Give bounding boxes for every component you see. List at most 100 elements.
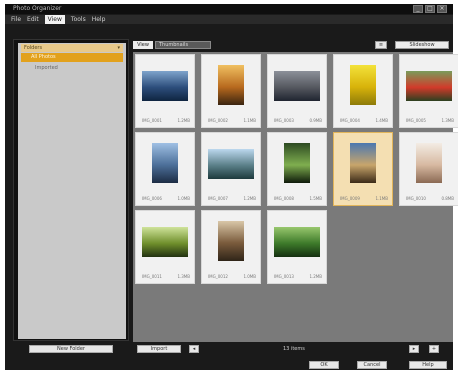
photo-size: 1.1MB <box>243 118 256 123</box>
new-folder-button[interactable]: New Folder <box>29 345 113 353</box>
cancel-button[interactable]: Cancel <box>357 361 387 369</box>
previous-page-button[interactable]: ◂ <box>189 345 199 353</box>
photo-size: 0.9MB <box>309 118 322 123</box>
photo-name: IMG_0005 <box>406 118 426 123</box>
slideshow-button[interactable]: Slideshow <box>395 41 449 49</box>
photo-image <box>218 221 244 261</box>
photo-image <box>350 143 376 183</box>
chevron-down-icon: ▾ <box>117 45 120 51</box>
photo-thumbnail[interactable]: IMG_0012 1.0MB <box>201 210 261 284</box>
photo-caption: IMG_0011 1.3MB <box>142 274 190 279</box>
photo-name: IMG_0008 <box>274 196 294 201</box>
photo-thumbnail[interactable]: IMG_0001 1.2MB <box>135 54 195 128</box>
photo-thumbnail[interactable]: IMG_0009 1.1MB <box>333 132 393 206</box>
minimize-button[interactable]: _ <box>413 5 423 13</box>
photo-thumbnail[interactable]: IMG_0004 1.4MB <box>333 54 393 128</box>
photo-size: 1.2MB <box>309 274 322 279</box>
photo-image <box>152 143 178 183</box>
ok-button[interactable]: OK <box>309 361 339 369</box>
view-label: View <box>133 41 153 49</box>
photo-size: 1.0MB <box>243 274 256 279</box>
view-toolbar: View Thumbnails ≡ Slideshow <box>129 40 453 50</box>
photo-thumbnail[interactable]: IMG_0005 1.3MB <box>399 54 458 128</box>
maximize-button[interactable]: □ <box>425 5 435 13</box>
photo-thumbnail[interactable]: IMG_0008 1.5MB <box>267 132 327 206</box>
photo-image <box>416 143 442 183</box>
zoom-in-button[interactable]: + <box>429 345 439 353</box>
photo-image <box>350 65 376 105</box>
help-button[interactable]: Help <box>409 361 447 369</box>
dialog-footer: OK Cancel Help <box>5 358 453 370</box>
folder-tree-header-label: Folders <box>24 45 43 51</box>
photo-image <box>142 71 188 101</box>
photo-image <box>274 227 320 257</box>
folder-tree-header[interactable]: Folders ▾ <box>21 44 123 52</box>
photo-caption: IMG_0013 1.2MB <box>274 274 322 279</box>
photo-thumbnail[interactable]: IMG_0010 0.8MB <box>399 132 458 206</box>
photo-thumbnail[interactable]: IMG_0006 1.0MB <box>135 132 195 206</box>
view-mode-select[interactable]: Thumbnails <box>155 41 211 49</box>
next-page-button[interactable]: ▸ <box>409 345 419 353</box>
menu-view[interactable]: View <box>44 15 65 24</box>
photo-caption: IMG_0003 0.9MB <box>274 118 322 123</box>
photo-name: IMG_0004 <box>340 118 360 123</box>
photo-thumbnail[interactable]: IMG_0002 1.1MB <box>201 54 261 128</box>
photo-thumbnail[interactable]: IMG_0013 1.2MB <box>267 210 327 284</box>
photo-caption: IMG_0006 1.0MB <box>142 196 190 201</box>
photo-size: 1.0MB <box>177 196 190 201</box>
photo-caption: IMG_0009 1.1MB <box>340 196 388 201</box>
title-bar: Photo Organizer _ □ × <box>5 4 453 14</box>
photo-name: IMG_0007 <box>208 196 228 201</box>
thumbnail-grid: IMG_0001 1.2MB IMG_0002 1.1MB IMG_0003 0.9MB I… <box>133 52 458 342</box>
photo-caption: IMG_0010 0.8MB <box>406 196 454 201</box>
photo-caption: IMG_0001 1.2MB <box>142 118 190 123</box>
menu-tools[interactable]: Tools <box>71 15 86 24</box>
menu-edit[interactable]: Edit <box>27 15 39 24</box>
photo-caption: IMG_0008 1.5MB <box>274 196 322 201</box>
close-button[interactable]: × <box>437 5 447 13</box>
tree-item-label: All Photos <box>31 54 56 60</box>
menu-file[interactable]: File <box>11 15 21 24</box>
folder-tree: Folders ▾ All Photos Imported <box>18 43 126 339</box>
tree-item-label: Imported <box>35 65 58 71</box>
photo-name: IMG_0001 <box>142 118 162 123</box>
photo-name: IMG_0003 <box>274 118 294 123</box>
photo-size: 1.5MB <box>309 196 322 201</box>
photo-caption: IMG_0012 1.0MB <box>208 274 256 279</box>
photo-image <box>406 71 452 101</box>
photo-image <box>218 65 244 105</box>
photo-thumbnail[interactable]: IMG_0007 1.2MB <box>201 132 261 206</box>
photo-caption: IMG_0007 1.2MB <box>208 196 256 201</box>
window-controls: _ □ × <box>413 5 447 13</box>
photo-size: 1.2MB <box>243 196 256 201</box>
photo-thumbnail[interactable]: IMG_0003 0.9MB <box>267 54 327 128</box>
grid-toolbar: Import ◂ 13 items ▸ + <box>133 343 453 355</box>
tree-item-imported[interactable]: Imported <box>35 64 58 72</box>
photo-name: IMG_0013 <box>274 274 294 279</box>
photo-size: 0.8MB <box>441 196 454 201</box>
photo-name: IMG_0002 <box>208 118 228 123</box>
photo-image <box>208 149 254 179</box>
photo-thumbnail[interactable]: IMG_0011 1.3MB <box>135 210 195 284</box>
window-title: Photo Organizer <box>13 5 62 12</box>
menu-bar: File Edit View Tools Help <box>5 15 453 24</box>
photo-size: 1.3MB <box>177 274 190 279</box>
list-view-button[interactable]: ≡ <box>375 41 387 49</box>
photo-size: 1.2MB <box>177 118 190 123</box>
status-text: 13 items <box>283 346 305 352</box>
photo-caption: IMG_0004 1.4MB <box>340 118 388 123</box>
menu-help[interactable]: Help <box>92 15 106 24</box>
sidebar-footer: New Folder <box>13 343 129 355</box>
photo-name: IMG_0010 <box>406 196 426 201</box>
tree-item-all-photos[interactable]: All Photos <box>21 53 123 62</box>
import-button[interactable]: Import <box>137 345 181 353</box>
photo-caption: IMG_0005 1.3MB <box>406 118 454 123</box>
photo-image <box>284 143 310 183</box>
photo-name: IMG_0012 <box>208 274 228 279</box>
photo-name: IMG_0006 <box>142 196 162 201</box>
photo-size: 1.4MB <box>375 118 388 123</box>
folder-sidebar: Folders ▾ All Photos Imported <box>13 39 129 341</box>
photo-size: 1.3MB <box>441 118 454 123</box>
photo-image <box>274 71 320 101</box>
photo-caption: IMG_0002 1.1MB <box>208 118 256 123</box>
